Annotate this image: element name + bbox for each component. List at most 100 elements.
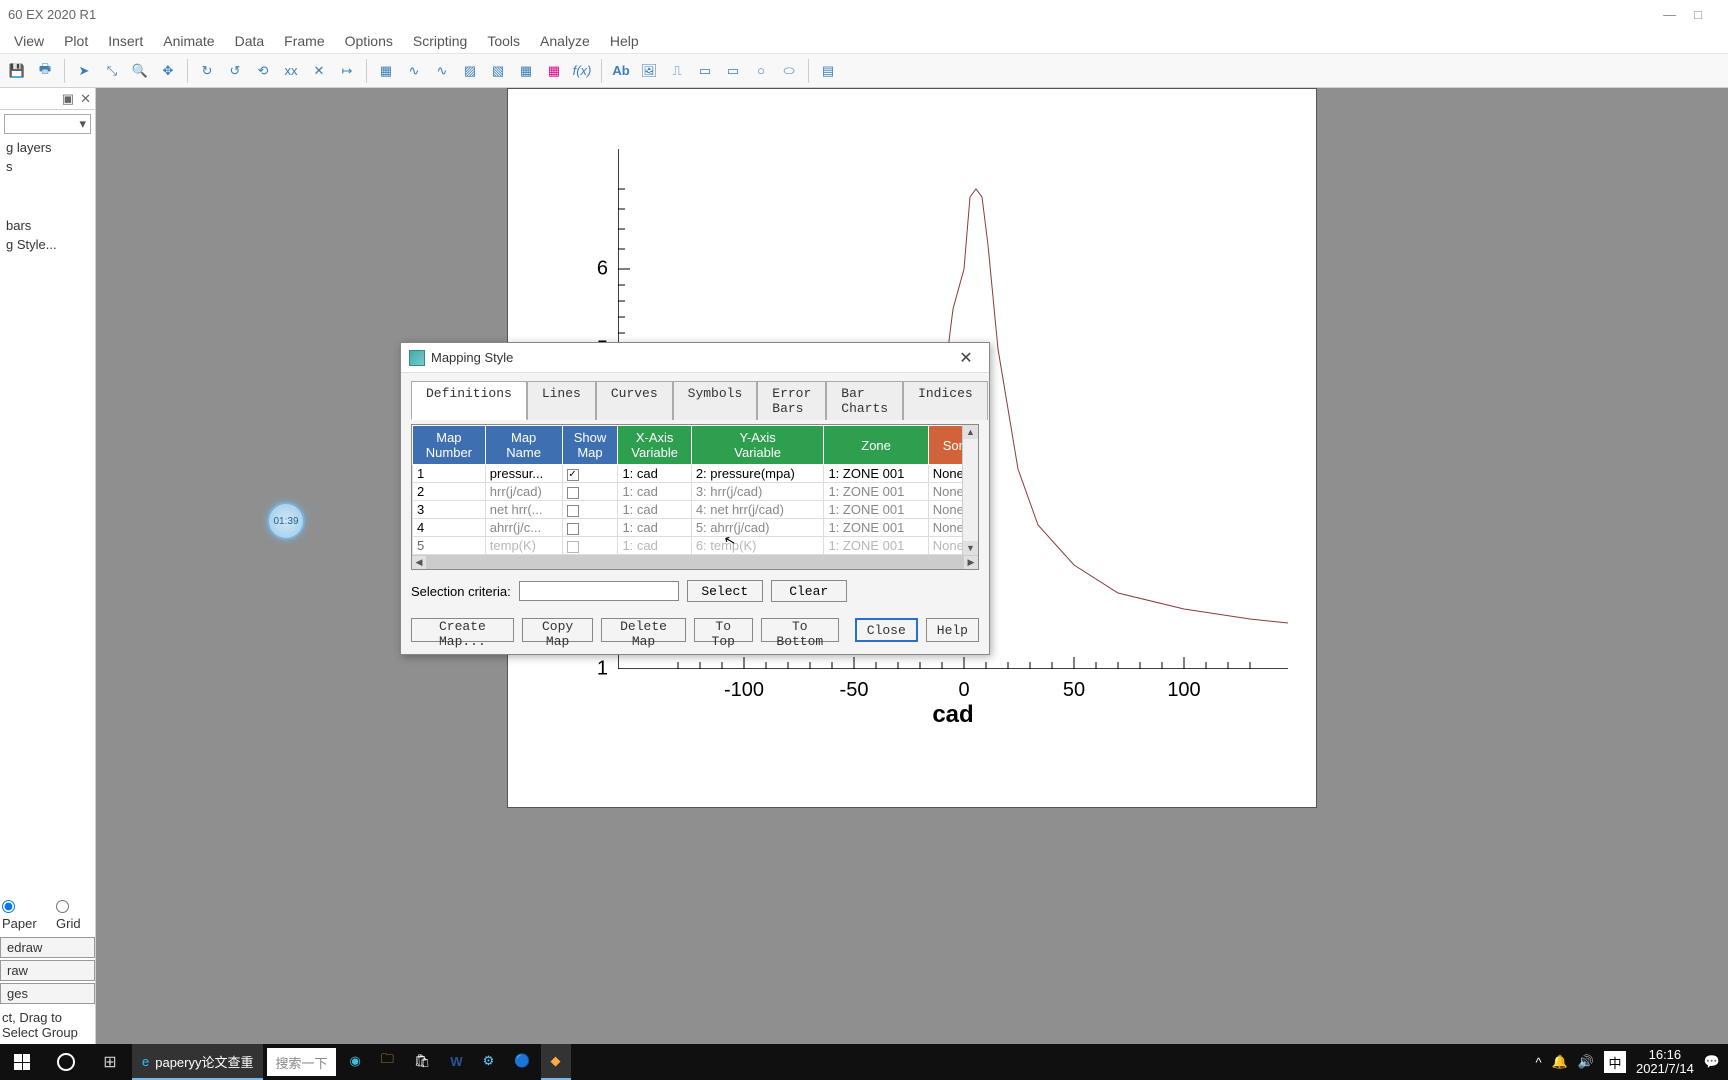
ime-indicator[interactable]: 中: [1604, 1051, 1626, 1073]
tray-up-icon[interactable]: ^: [1535, 1055, 1541, 1070]
menu-frame[interactable]: Frame: [274, 31, 334, 51]
grid-icon[interactable]: ▦: [541, 58, 567, 84]
delete-map-button[interactable]: Delete Map: [601, 618, 685, 642]
tab-symbols[interactable]: Symbols: [673, 381, 758, 420]
tree-item-s[interactable]: s: [0, 157, 95, 176]
vertical-scrollbar[interactable]: ▲ ▼: [962, 425, 978, 555]
taskbar-app-tecplot[interactable]: ◆: [541, 1044, 571, 1080]
rotate-x-icon[interactable]: ↻: [194, 58, 220, 84]
tree-item-style[interactable]: g Style...: [0, 235, 95, 254]
rect-wide-icon[interactable]: ▭: [720, 58, 746, 84]
ellipse-icon[interactable]: ⬭: [776, 58, 802, 84]
table-row[interactable]: 4ahrr(j/c...1: cad5: ahrr(j/cad)1: ZONE …: [413, 519, 978, 537]
to-bottom-button[interactable]: To Bottom: [761, 618, 839, 642]
menu-analyze[interactable]: Analyze: [530, 31, 600, 51]
raw-button[interactable]: raw: [0, 960, 95, 981]
menu-options[interactable]: Options: [335, 31, 403, 51]
menu-scripting[interactable]: Scripting: [403, 31, 477, 51]
sine1-icon[interactable]: ∿: [401, 58, 427, 84]
redraw-button[interactable]: edraw: [0, 937, 95, 958]
tab-indices[interactable]: Indices: [903, 381, 988, 420]
xx-icon[interactable]: xx: [278, 58, 304, 84]
tree-item-bars[interactable]: bars: [0, 216, 95, 235]
dock-icon[interactable]: ▣: [62, 91, 74, 107]
scroll-left-icon[interactable]: ◀: [412, 556, 426, 569]
taskbar-search-input[interactable]: 搜索一下: [267, 1048, 335, 1076]
to-top-button[interactable]: To Top: [694, 618, 753, 642]
copy-map-button[interactable]: Copy Map: [522, 618, 594, 642]
taskbar-app-settings[interactable]: ⚙: [473, 1044, 505, 1080]
panel-close-icon[interactable]: ✕: [80, 91, 91, 107]
taskbar-app-edge[interactable]: ◉: [340, 1044, 371, 1080]
help-button[interactable]: Help: [926, 618, 979, 642]
layout-icon[interactable]: ▤: [815, 58, 841, 84]
tab-bar-charts[interactable]: Bar Charts: [826, 381, 903, 420]
layer-dropdown[interactable]: ▾: [4, 114, 91, 134]
col-x-axis[interactable]: X-AxisVariable: [618, 426, 691, 465]
selection-criteria-input[interactable]: [519, 581, 679, 601]
menu-data[interactable]: Data: [225, 31, 275, 51]
fx-icon[interactable]: f(x): [569, 58, 595, 84]
pointer-plus-icon[interactable]: ⤡: [99, 58, 125, 84]
ges-button[interactable]: ges: [0, 983, 95, 1004]
rect-icon[interactable]: ▭: [692, 58, 718, 84]
table-row[interactable]: 2hrr(j/cad)1: cad3: hrr(j/cad)1: ZONE 00…: [413, 483, 978, 501]
rotate-y-icon[interactable]: ↺: [222, 58, 248, 84]
col-map-name[interactable]: MapName: [485, 426, 562, 465]
create-map-button[interactable]: Create Map...: [411, 618, 514, 642]
arrow-mode-icon[interactable]: ↦: [334, 58, 360, 84]
scroll-thumb[interactable]: [426, 556, 964, 569]
text-icon[interactable]: Ab: [608, 58, 634, 84]
action-center-icon[interactable]: 💬: [1704, 1054, 1720, 1070]
circle-icon[interactable]: ○: [748, 58, 774, 84]
xy-icon[interactable]: ✕: [306, 58, 332, 84]
horizontal-scrollbar[interactable]: ◀ ▶: [412, 555, 978, 569]
checkbox-icon[interactable]: ✓: [567, 469, 579, 481]
rotate-z-icon[interactable]: ⟲: [250, 58, 276, 84]
tree-item-layers[interactable]: g layers: [0, 138, 95, 157]
menu-tools[interactable]: Tools: [477, 31, 530, 51]
col-map-number[interactable]: MapNumber: [413, 426, 486, 465]
taskbar-app-store[interactable]: 🛍: [404, 1044, 441, 1080]
radio-paper[interactable]: Paper: [2, 900, 48, 931]
cortana-icon[interactable]: [44, 1053, 88, 1071]
taskbar-app-explorer[interactable]: 🗀: [371, 1044, 404, 1080]
dialog-close-icon[interactable]: ✕: [951, 346, 981, 370]
tray-notification-icon[interactable]: 🔔: [1552, 1054, 1568, 1070]
tab-error-bars[interactable]: Error Bars: [757, 381, 826, 420]
col-y-axis[interactable]: Y-AxisVariable: [691, 426, 824, 465]
checkbox-icon[interactable]: [567, 505, 579, 517]
scroll-down-icon[interactable]: ▼: [963, 541, 978, 555]
print-icon[interactable]: 🖶: [32, 58, 58, 84]
pulse-icon[interactable]: ⎍: [664, 58, 690, 84]
surface-icon[interactable]: ▨: [457, 58, 483, 84]
task-view-icon[interactable]: ⊞: [88, 1052, 132, 1072]
scroll-right-icon[interactable]: ▶: [964, 556, 978, 569]
checkbox-icon[interactable]: [567, 523, 579, 535]
cube-icon[interactable]: ▦: [373, 58, 399, 84]
tray-volume-icon[interactable]: 🔊: [1578, 1054, 1594, 1070]
taskbar-app-chrome[interactable]: 🔵: [504, 1044, 540, 1080]
col-show-map[interactable]: ShowMap: [562, 426, 618, 465]
tab-definitions[interactable]: Definitions: [411, 381, 527, 420]
radio-grid[interactable]: Grid: [56, 900, 93, 931]
table-row[interactable]: 1 pressur... ✓ 1: cad 2: pressure(mpa) 1…: [413, 465, 978, 483]
table-row[interactable]: 3net hrr(...1: cad4: net hrr(j/cad)1: ZO…: [413, 501, 978, 519]
taskbar-app-browser[interactable]: e paperyy论文查重: [132, 1044, 263, 1080]
menu-insert[interactable]: Insert: [98, 31, 153, 51]
menu-animate[interactable]: Animate: [153, 31, 224, 51]
taskbar-clock[interactable]: 16:16 2021/7/14: [1636, 1048, 1694, 1076]
menu-view[interactable]: View: [4, 31, 54, 51]
checkbox-icon[interactable]: [567, 541, 579, 553]
tab-lines[interactable]: Lines: [527, 381, 596, 420]
minimize-button[interactable]: —: [1663, 7, 1676, 22]
region-icon[interactable]: ▧: [485, 58, 511, 84]
zoom-icon[interactable]: 🔍: [127, 58, 153, 84]
col-zone[interactable]: Zone: [824, 426, 928, 465]
clear-button[interactable]: Clear: [771, 580, 847, 602]
save-icon[interactable]: 💾: [4, 58, 30, 84]
checkbox-icon[interactable]: [567, 487, 579, 499]
grid-color-icon[interactable]: ▦: [513, 58, 539, 84]
start-button[interactable]: [0, 1044, 44, 1080]
menu-plot[interactable]: Plot: [54, 31, 98, 51]
